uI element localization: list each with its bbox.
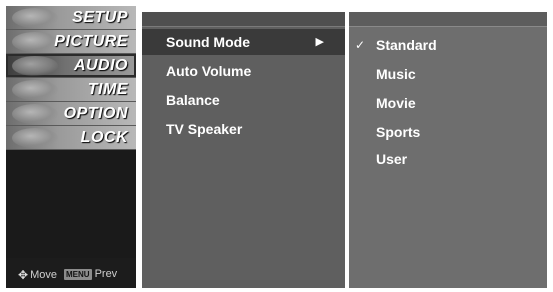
submenu-item-tv-speaker[interactable]: TV Speaker [142, 116, 346, 142]
submenu-item-label: Balance [166, 92, 220, 108]
main-menu-label: PICTURE [54, 33, 128, 50]
main-menu-item-option[interactable]: OPTION [6, 102, 136, 126]
main-menu-label: TIME [87, 81, 128, 98]
option-label: Standard [376, 37, 437, 53]
right-arrow-icon: ▶ [315, 36, 324, 48]
audio-art-icon [12, 56, 58, 76]
picture-art-icon [12, 32, 58, 52]
audio-submenu-panel: Sound Mode ▶ Auto Volume Balance TV Spea… [142, 12, 346, 288]
sound-mode-options-panel: ✓ Standard Music Movie Sports User [349, 12, 547, 288]
main-menu-label: AUDIO [73, 57, 128, 74]
main-menu-item-lock[interactable]: LOCK [6, 126, 136, 150]
option-sports[interactable]: Sports [349, 119, 547, 145]
setup-art-icon [12, 8, 58, 28]
option-label: Music [376, 66, 416, 82]
submenu-item-label: TV Speaker [166, 121, 243, 137]
check-icon: ✓ [355, 38, 366, 52]
option-label: Sports [376, 124, 421, 140]
panel-divider [136, 6, 140, 288]
submenu-item-label: Auto Volume [166, 63, 252, 79]
time-art-icon [12, 80, 58, 100]
menu-key-icon: MENU [64, 268, 92, 280]
option-movie[interactable]: Movie [349, 90, 547, 116]
main-menu-item-setup[interactable]: SETUP [6, 6, 136, 30]
option-label: Movie [376, 95, 416, 111]
main-menu-item-audio[interactable]: AUDIO [6, 54, 136, 78]
navigation-hint-bar: ✥ Move MENU Prev [6, 258, 136, 288]
main-menu-item-time[interactable]: TIME [6, 78, 136, 102]
option-art-icon [12, 104, 58, 124]
submenu-item-auto-volume[interactable]: Auto Volume [142, 58, 346, 84]
submenu-item-sound-mode[interactable]: Sound Mode ▶ [142, 29, 346, 55]
submenu-item-balance[interactable]: Balance [142, 87, 346, 113]
osd-menu-screen: SETUP PICTURE AUDIO TIME OPTION LOCK ✥ M… [0, 0, 553, 292]
option-label: User [376, 151, 408, 167]
lock-art-icon [12, 128, 58, 148]
main-menu-label: LOCK [80, 129, 128, 146]
main-menu-sidebar: SETUP PICTURE AUDIO TIME OPTION LOCK ✥ M… [6, 6, 136, 288]
option-user[interactable]: User [349, 146, 547, 172]
dpad-icon: ✥ [18, 268, 29, 282]
option-standard[interactable]: ✓ Standard [349, 32, 547, 58]
prev-hint-label: Prev [94, 268, 118, 280]
move-hint-label: Move [30, 269, 57, 281]
move-hint: ✥ Move [18, 268, 57, 282]
prev-hint: MENU Prev [64, 268, 117, 280]
main-menu-label: OPTION [63, 105, 128, 122]
main-menu-item-picture[interactable]: PICTURE [6, 30, 136, 54]
submenu-item-label: Sound Mode [166, 34, 250, 50]
option-music[interactable]: Music [349, 61, 547, 87]
main-menu-label: SETUP [72, 9, 128, 26]
